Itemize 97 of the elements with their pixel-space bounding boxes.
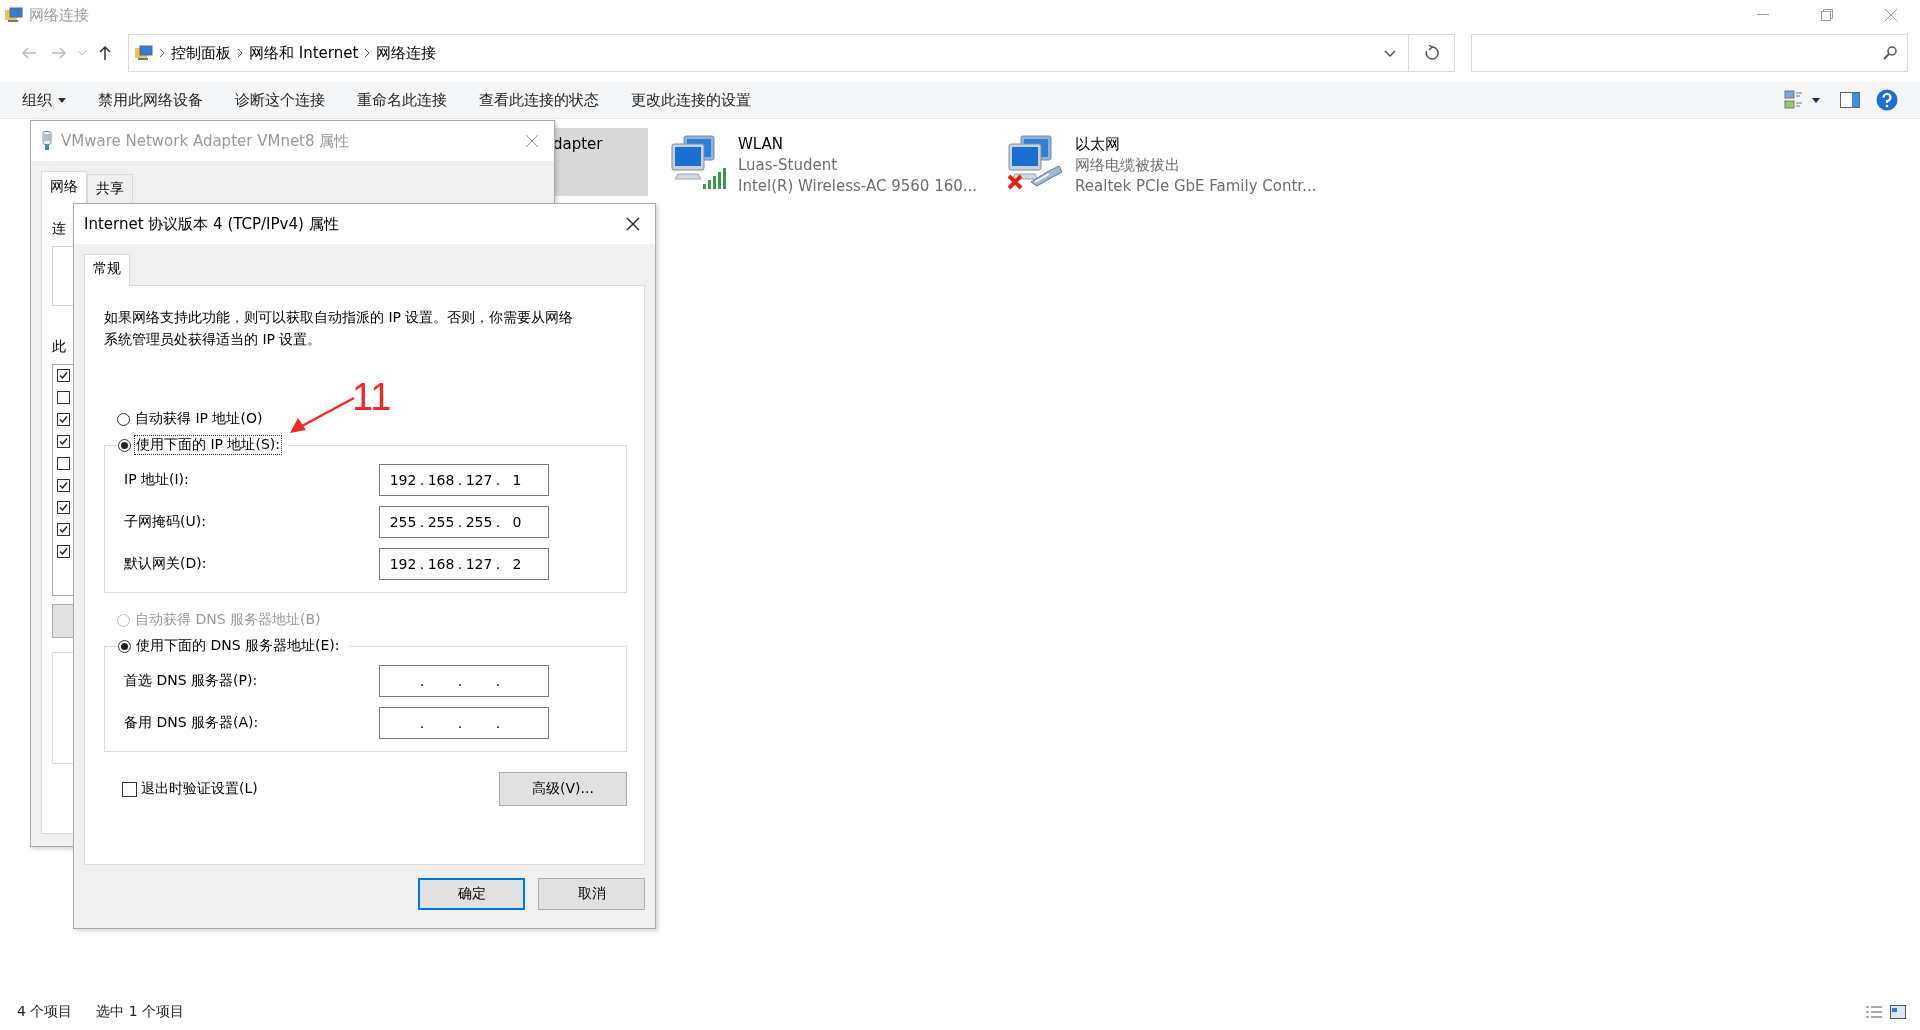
chevron-down-icon xyxy=(78,50,86,56)
radio-button[interactable] xyxy=(118,639,131,653)
connection-name: 以太网 xyxy=(1075,134,1122,155)
dialog-button[interactable]: 取消 xyxy=(538,878,645,910)
checkbox[interactable] xyxy=(57,457,70,470)
up-arrow-icon xyxy=(99,45,111,61)
radio-label[interactable]: 自动获得 IP 地址(O) xyxy=(133,409,265,429)
tab[interactable]: 共享 xyxy=(87,174,133,203)
checkmark-icon xyxy=(59,547,68,556)
checkmark-icon xyxy=(59,415,68,424)
minimize-icon xyxy=(1757,14,1769,16)
preview-pane-icon xyxy=(1840,92,1860,108)
dialog-title: Internet 协议版本 4 (TCP/IPv4) 属性 xyxy=(84,214,339,234)
back-arrow-icon xyxy=(21,47,37,59)
address-bar[interactable]: 控制面板 网络和 Internet 网络连接 xyxy=(128,34,1409,72)
chevron-icon xyxy=(364,48,371,58)
toolbar-command[interactable]: 重命名此连接 xyxy=(341,82,463,118)
checkbox[interactable] xyxy=(57,479,70,492)
toolbar-command[interactable]: 诊断这个连接 xyxy=(219,82,341,118)
tab[interactable]: 网络 xyxy=(41,171,87,204)
field-label: 子网掩码(U): xyxy=(124,513,207,531)
search-field[interactable] xyxy=(1471,34,1908,72)
connection-status: 网络电缆被拔出 xyxy=(1075,155,1182,176)
close-icon xyxy=(525,134,539,148)
checkbox-label[interactable]: 退出时验证设置(L) xyxy=(141,780,258,798)
field-label: 默认网关(D): xyxy=(124,555,208,573)
close-icon xyxy=(626,217,640,231)
toolbar-command[interactable]: 禁用此网络设备 xyxy=(82,82,219,118)
connection-item[interactable]: WLAN Luas-Student Intel(R) Wireless-AC 9560 160... xyxy=(662,128,986,196)
search-icon xyxy=(1883,46,1897,60)
toolbar-command[interactable]: 查看此连接的状态 xyxy=(463,82,615,118)
connection-name: WLAN xyxy=(738,134,784,155)
radio-label[interactable]: 使用下面的 DNS 服务器地址(E): xyxy=(134,636,342,656)
annotation-label: 11 xyxy=(352,378,392,416)
radio-button[interactable] xyxy=(118,438,131,452)
ip-address-field[interactable]: . . . xyxy=(379,707,549,739)
ip-address-field[interactable]: 192 . 168 . 127 . 1 xyxy=(379,464,549,496)
chevron-icon xyxy=(237,48,243,58)
caret-icon xyxy=(58,97,66,103)
device-name: Intel(R) Wireless-AC 9560 160... xyxy=(738,176,978,197)
chevron-icon xyxy=(159,48,165,58)
chevron-down-icon xyxy=(1384,49,1396,57)
checkbox[interactable] xyxy=(57,435,70,448)
close-icon xyxy=(1884,8,1898,22)
item-count: 4 个项目 xyxy=(17,1003,73,1021)
ip-address-field[interactable]: 192 . 168 . 127 . 2 xyxy=(379,548,549,580)
network-cable-icon xyxy=(1029,164,1064,188)
network-adapter-icon xyxy=(41,131,53,151)
dialog-button[interactable]: 确定 xyxy=(418,878,525,910)
restore-icon xyxy=(1821,9,1833,21)
refresh-button[interactable] xyxy=(1409,34,1455,72)
checkmark-icon xyxy=(59,525,68,534)
field-label: 首选 DNS 服务器(P): xyxy=(124,672,259,690)
connection-item[interactable]: dapter xyxy=(553,128,648,196)
breadcrumb[interactable]: 网络连接 xyxy=(376,43,437,63)
checkbox[interactable] xyxy=(57,369,70,382)
tiles-view-icon[interactable] xyxy=(1890,1005,1906,1019)
advanced-button[interactable]: 高级(V)... xyxy=(499,772,627,806)
checkbox[interactable] xyxy=(57,523,70,536)
device-name: Realtek PCIe GbE Family Contr... xyxy=(1075,176,1317,197)
window-title: 网络连接 xyxy=(29,5,89,25)
help-icon xyxy=(1876,89,1898,111)
refresh-icon xyxy=(1423,45,1440,61)
forward-arrow-icon xyxy=(51,47,67,59)
ip-address-field[interactable]: 255 . 255 . 255 . 0 xyxy=(379,506,549,538)
tab[interactable]: 常规 xyxy=(84,254,130,286)
toolbar-command[interactable]: 更改此连接的设置 xyxy=(615,82,767,118)
signal-bars-icon xyxy=(702,168,728,190)
connection-item[interactable]: 以太网 网络电缆被拔出 Realtek PCIe GbE Family Contr... xyxy=(999,128,1325,196)
network-folder-icon xyxy=(5,7,23,23)
section-label: 连 xyxy=(52,220,66,238)
connection-name: dapter xyxy=(553,134,603,155)
checkbox[interactable] xyxy=(57,545,70,558)
dialog-title: VMware Network Adapter VMnet8 属性 xyxy=(61,131,350,151)
field-label: 备用 DNS 服务器(A): xyxy=(124,714,260,732)
checkmark-icon xyxy=(59,503,68,512)
radio-label[interactable]: 使用下面的 IP 地址(S): xyxy=(134,435,282,455)
checkbox[interactable] xyxy=(122,781,137,797)
breadcrumb[interactable]: 控制面板 xyxy=(171,43,231,63)
radio-button[interactable] xyxy=(117,412,130,426)
section-label: 此 xyxy=(52,338,66,356)
checkbox[interactable] xyxy=(57,501,70,514)
checkbox[interactable] xyxy=(57,413,70,426)
cross-icon xyxy=(1007,174,1024,190)
annotation-arrow xyxy=(288,396,356,436)
selection-count: 选中 1 个项目 xyxy=(96,1003,185,1021)
checkmark-icon xyxy=(59,371,68,380)
ip-address-field[interactable]: . . . xyxy=(379,665,549,697)
checkmark-icon xyxy=(59,481,68,490)
field-label: IP 地址(I): xyxy=(124,471,190,489)
checkmark-icon xyxy=(59,437,68,446)
connection-status: Luas-Student xyxy=(738,155,839,176)
checkbox[interactable] xyxy=(57,391,70,404)
description-text: 如果网络支持此功能，则可以获取自动指派的 IP 设置。否则，你需要从网络系统管理员处获得适当的 IP 设置。 xyxy=(104,308,575,349)
network-folder-icon xyxy=(135,45,153,61)
breadcrumb[interactable]: 网络和 Internet xyxy=(249,43,359,63)
toolbar-command[interactable]: 组织 xyxy=(6,82,82,118)
